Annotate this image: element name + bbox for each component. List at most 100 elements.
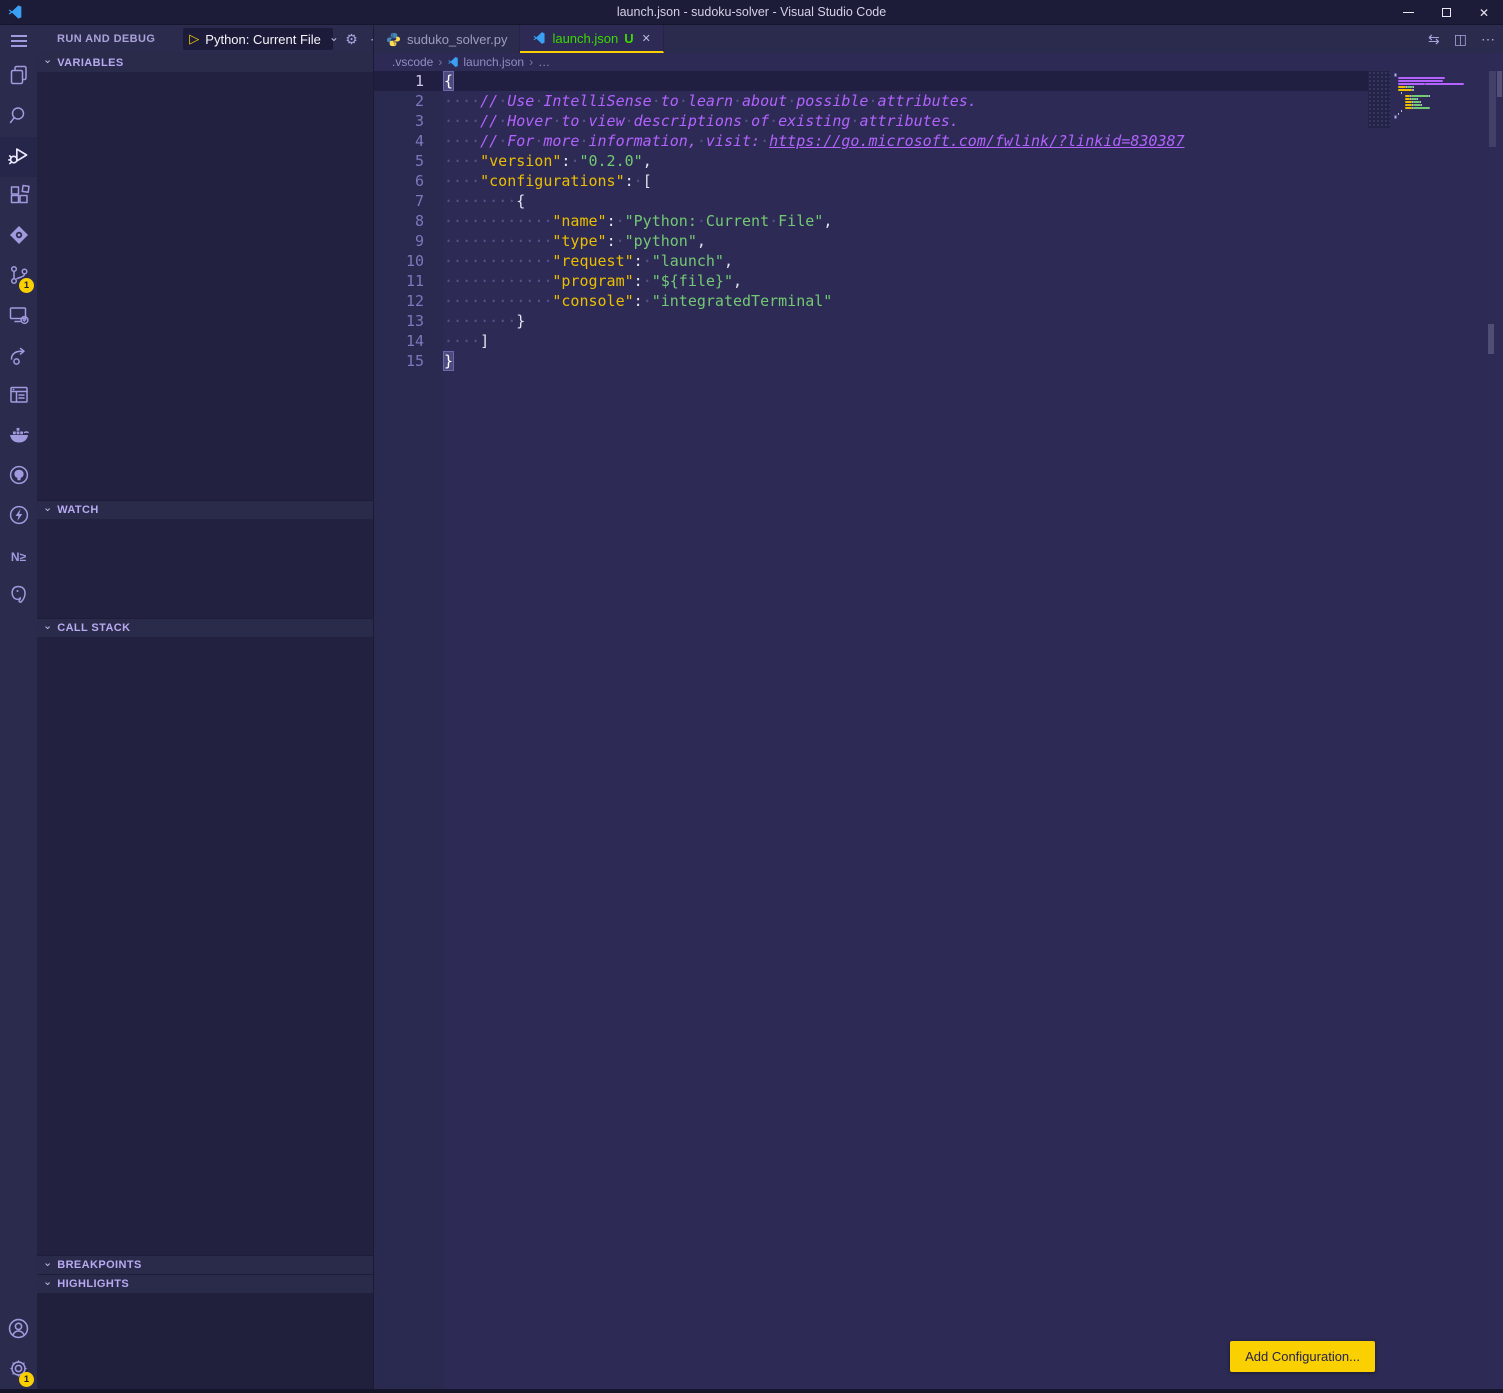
- sidebar-item-thunder-client[interactable]: [0, 497, 37, 537]
- breadcrumb-folder[interactable]: .vscode: [392, 55, 433, 69]
- chevron-down-icon: ⌄: [329, 30, 339, 44]
- section-label: WATCH: [57, 504, 99, 516]
- debug-config-value: Python: Current File: [205, 32, 321, 47]
- scrollbar-thumb[interactable]: [1489, 71, 1496, 147]
- activity-bar: 1: [0, 25, 37, 1393]
- breadcrumb-symbol[interactable]: …: [538, 55, 550, 69]
- code-line[interactable]: 9············"type":·"python",: [374, 231, 1387, 251]
- maximize-button[interactable]: [1427, 0, 1465, 25]
- line-number: 3: [374, 111, 444, 131]
- debug-config-dropdown[interactable]: ▷ Python: Current File ⌄: [183, 28, 333, 50]
- title-bar: launch.json - sudoku-solver - Visual Stu…: [0, 0, 1503, 25]
- sidebar-item-postgresql[interactable]: [0, 577, 37, 617]
- code-line[interactable]: 11············"program":·"${file}",: [374, 271, 1387, 291]
- breadcrumb-separator-icon: ›: [529, 55, 533, 69]
- code-line[interactable]: 7········{: [374, 191, 1387, 211]
- call-stack-body: [37, 637, 373, 1255]
- maximize-icon: [1442, 8, 1451, 17]
- menu-button[interactable]: [0, 25, 37, 57]
- section-label: HIGHLIGHTS: [57, 1278, 129, 1290]
- section-call-stack[interactable]: ⌄ CALL STACK: [37, 618, 373, 637]
- sidebar-item-remote-explorer[interactable]: [0, 297, 37, 337]
- code-line[interactable]: 2····//·Use·IntelliSense·to·learn·about·…: [374, 91, 1387, 111]
- section-breakpoints[interactable]: ⌄ BREAKPOINTS: [37, 1255, 373, 1274]
- window-title: launch.json - sudoku-solver - Visual Stu…: [0, 5, 1503, 19]
- sidebar-item-gem[interactable]: [0, 217, 37, 257]
- code-line[interactable]: 8············"name":·"Python:·Current·Fi…: [374, 211, 1387, 231]
- sidebar-item-run-and-debug[interactable]: [0, 137, 37, 177]
- sidebar-header: RUN AND DEBUG ▷ Python: Current File ⌄ ⚙…: [37, 25, 373, 53]
- line-number: 1: [374, 71, 444, 91]
- code-line[interactable]: 1{: [374, 71, 1387, 91]
- variables-body: [37, 72, 373, 500]
- editor-rail: [1387, 71, 1503, 1393]
- section-highlights[interactable]: ⌄ HIGHLIGHTS: [37, 1274, 373, 1293]
- tab-bar: suduko_solver.py launch.json U ✕ ⇆ ◫ ⋯: [374, 25, 1503, 53]
- chevron-down-icon: ⌄: [43, 619, 52, 632]
- minimap[interactable]: [1395, 73, 1483, 118]
- breadcrumb: .vscode › launch.json › …: [374, 53, 1503, 71]
- sidebar-item-docker[interactable]: [0, 417, 37, 457]
- line-number: 7: [374, 191, 444, 211]
- code-line[interactable]: 6····"configurations":·[: [374, 171, 1387, 191]
- code-line[interactable]: 4····//·For·more·information,·visit:·htt…: [374, 131, 1387, 151]
- code-line[interactable]: 3····//·Hover·to·view·descriptions·of·ex…: [374, 111, 1387, 131]
- line-number: 2: [374, 91, 444, 111]
- code-line[interactable]: 12············"console":·"integratedTerm…: [374, 291, 1387, 311]
- line-number: 6: [374, 171, 444, 191]
- sidebar-title: RUN AND DEBUG: [57, 33, 155, 45]
- add-configuration-button[interactable]: Add Configuration...: [1230, 1341, 1375, 1372]
- settings-badge: 1: [19, 1372, 34, 1387]
- code-line[interactable]: 5····"version":·"0.2.0",: [374, 151, 1387, 171]
- code-line[interactable]: 15}: [374, 351, 1387, 371]
- chevron-down-icon: ⌄: [43, 53, 52, 66]
- python-icon: [386, 32, 401, 47]
- sidebar-item-github[interactable]: [0, 457, 37, 497]
- sidebar-item-source-control[interactable]: 1: [0, 257, 37, 297]
- close-tab-icon[interactable]: ✕: [642, 32, 651, 45]
- account-button[interactable]: [0, 1311, 37, 1351]
- breadcrumb-file[interactable]: launch.json: [463, 55, 524, 69]
- sidebar-item-live-share[interactable]: [0, 337, 37, 377]
- code-line[interactable]: 14····]: [374, 331, 1387, 351]
- section-label: BREAKPOINTS: [57, 1259, 141, 1271]
- source-control-badge: 1: [19, 278, 34, 293]
- settings-button[interactable]: 1: [0, 1351, 37, 1391]
- live-share-icon: [7, 343, 31, 372]
- tab-launch-json[interactable]: launch.json U ✕: [520, 25, 663, 53]
- run-debug-icon: [6, 142, 32, 173]
- line-number: 5: [374, 151, 444, 171]
- open-changes-icon[interactable]: ⇆: [1428, 31, 1440, 48]
- line-number: 8: [374, 211, 444, 231]
- minimize-button[interactable]: [1389, 0, 1427, 25]
- breadcrumb-separator-icon: ›: [438, 55, 442, 69]
- sidebar-item-browser-preview[interactable]: [0, 377, 37, 417]
- line-number: 12: [374, 291, 444, 311]
- close-button[interactable]: ✕: [1465, 0, 1503, 25]
- debug-settings-gear-icon[interactable]: ⚙: [345, 31, 358, 48]
- tab-label: suduko_solver.py: [407, 32, 507, 47]
- vscode-window: launch.json - sudoku-solver - Visual Stu…: [0, 0, 1503, 1393]
- section-variables[interactable]: ⌄ VARIABLES: [37, 53, 373, 72]
- editor-more-actions-icon[interactable]: ⋯: [1481, 31, 1495, 48]
- sidebar-item-extensions[interactable]: [0, 177, 37, 217]
- sidebar-empty-area: [37, 1293, 373, 1393]
- sidebar-item-search[interactable]: [0, 97, 37, 137]
- line-number: 4: [374, 131, 444, 151]
- code-line[interactable]: 13········}: [374, 311, 1387, 331]
- overview-ruler-mark: [1497, 71, 1502, 97]
- code-line[interactable]: 10············"request":·"launch",: [374, 251, 1387, 271]
- start-debug-icon[interactable]: ▷: [189, 31, 199, 47]
- sidebar-item-explorer[interactable]: [0, 57, 37, 97]
- remote-explorer-icon: [7, 303, 31, 332]
- section-watch[interactable]: ⌄ WATCH: [37, 500, 373, 519]
- tab-suduko-solver[interactable]: suduko_solver.py: [374, 25, 520, 53]
- code-lines: 1{2····//·Use·IntelliSense·to·learn·abou…: [374, 71, 1387, 1393]
- minimap-slider[interactable]: [1368, 71, 1390, 128]
- sidebar-item-nx-console[interactable]: N≥: [0, 537, 37, 577]
- minimize-icon: [1403, 12, 1414, 14]
- run-and-debug-panel: RUN AND DEBUG ▷ Python: Current File ⌄ ⚙…: [37, 25, 373, 1393]
- split-editor-icon[interactable]: ◫: [1454, 31, 1467, 48]
- code-editor: 1{2····//·Use·IntelliSense·to·learn·abou…: [374, 71, 1503, 1393]
- chevron-down-icon: ⌄: [43, 501, 52, 514]
